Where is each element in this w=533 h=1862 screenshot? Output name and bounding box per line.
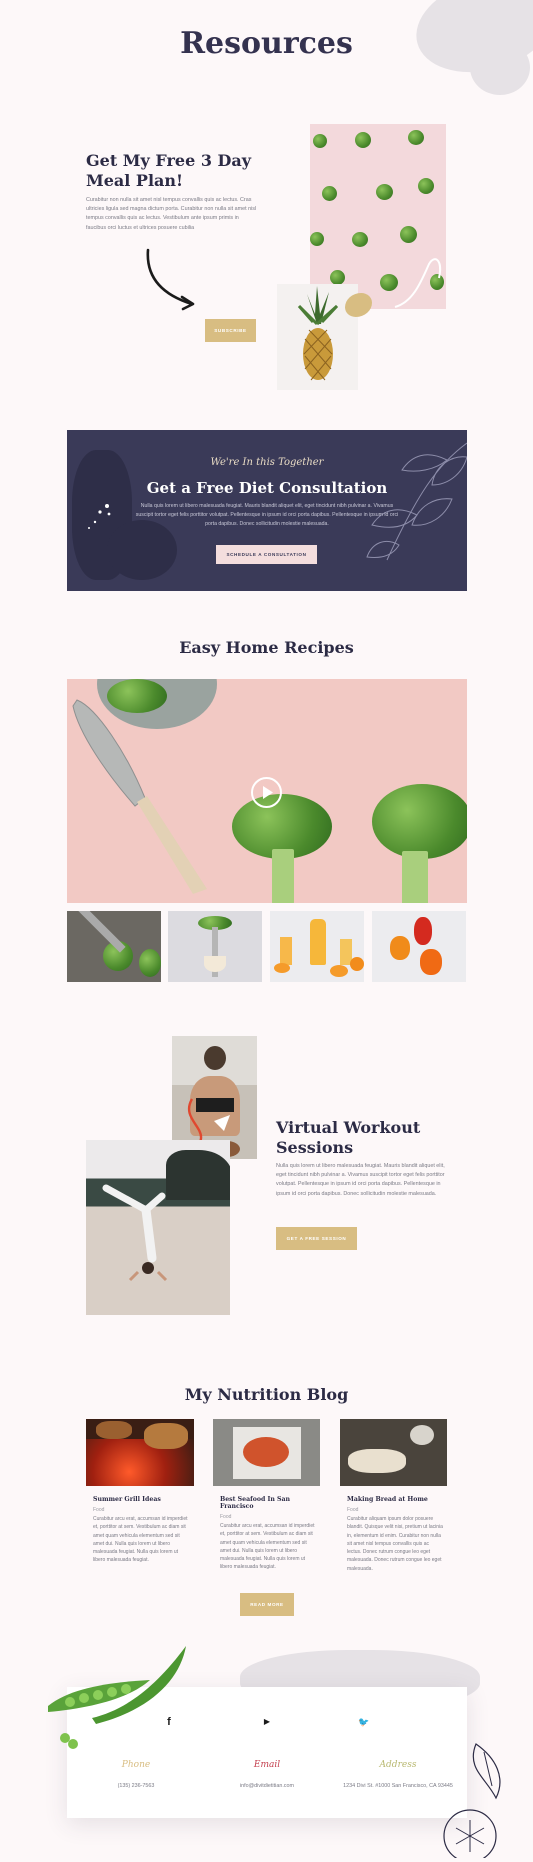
blog-post-title[interactable]: Summer Grill Ideas [93, 1496, 189, 1503]
juice-glass [280, 937, 292, 965]
broccoli-floret [139, 949, 161, 977]
broccoli-floret [418, 178, 434, 194]
page-title: Resources [180, 26, 353, 61]
bread-loaf [348, 1449, 406, 1473]
free-session-button[interactable]: Get a Free Session [276, 1227, 357, 1250]
schedule-consultation-button[interactable]: Schedule a Consultation [216, 545, 317, 564]
knife-icon [72, 699, 207, 894]
blog-image-bread[interactable] [340, 1419, 447, 1486]
broccoli-floret [330, 270, 345, 285]
decorative-line-art [394, 258, 441, 308]
curved-arrow-icon [146, 248, 195, 311]
knife-blade [70, 911, 126, 953]
blog-post-category[interactable]: Food [220, 1514, 316, 1520]
meal-plan-title-line2: Meal Plan! [86, 171, 184, 190]
recipe-thumbnail[interactable] [270, 911, 364, 982]
broccoli-floret [376, 184, 393, 200]
blog-image-seafood[interactable] [213, 1419, 320, 1486]
play-icon [263, 786, 273, 799]
blog-post-excerpt: Curabitur aliquam ipsum dolor posuere bl… [347, 1516, 443, 1572]
decorative-gold-leaf [345, 293, 372, 317]
recipe-thumbnail[interactable] [168, 911, 262, 982]
meal-plan-title: Get My Free 3 Day Meal Plan! [86, 151, 251, 191]
juice-bottle [310, 919, 326, 965]
workout-image-beach [86, 1140, 230, 1315]
leaf-branch-icon [366, 442, 467, 561]
play-button[interactable] [251, 777, 282, 808]
broccoli-floret [313, 134, 327, 148]
contact-phone-value[interactable]: (135) 236-7563 [84, 1783, 188, 1789]
consultation-script-title: We're In this Together [210, 457, 324, 468]
subscribe-button[interactable]: Subscribe [205, 319, 256, 342]
contact-address-label: Address [379, 1760, 417, 1770]
blog-post-title[interactable]: Best Seafood In San Francisco [220, 1496, 316, 1510]
pepper [420, 949, 442, 975]
blog-post-category[interactable]: Food [347, 1507, 443, 1513]
broccoli-stem [402, 851, 428, 903]
workout-title-line2: Sessions [276, 1138, 354, 1157]
blog-post-title[interactable]: Making Bread at Home [347, 1496, 443, 1503]
orange-slice [350, 957, 364, 971]
botanical-sketch-icon [443, 1743, 501, 1858]
youtube-icon[interactable]: ▶ [260, 1717, 274, 1726]
crab [243, 1437, 289, 1467]
recipe-thumbnail[interactable] [372, 911, 466, 982]
sparkle-dots-icon [88, 504, 111, 529]
grill-food [96, 1421, 132, 1439]
orange-slice [274, 963, 290, 973]
consultation-body: Nulla quis lorem ut libero malesuada feu… [135, 503, 399, 527]
meal-plan-title-line1: Get My Free 3 Day [86, 151, 252, 170]
broccoli-floret [408, 130, 424, 145]
twitter-icon[interactable]: 🐦 [357, 1717, 371, 1728]
blog-post-excerpt: Curabitur arcu erat, accumsan id imperdi… [93, 1516, 188, 1564]
workout-title-line1: Virtual Workout [276, 1118, 421, 1137]
blog-image-grill[interactable] [86, 1419, 194, 1486]
blog-post: Making Bread at Home Food Curabitur aliq… [347, 1496, 443, 1573]
flour-bowl [410, 1425, 434, 1445]
blog-post: Summer Grill Ideas Food Curabitur arcu e… [93, 1496, 189, 1565]
contact-address-value[interactable]: 1234 Divi St. #1000 San Francisco, CA 93… [330, 1783, 466, 1789]
read-more-button[interactable]: Read More [240, 1593, 294, 1616]
pepper [390, 936, 410, 960]
blog-post-category[interactable]: Food [93, 1507, 189, 1513]
workout-body: Nulla quis lorem ut libero malesuada feu… [276, 1163, 445, 1197]
blog-title: My Nutrition Blog [184, 1385, 349, 1404]
blog-post-excerpt: Curabitur arcu erat, accumsan id imperdi… [220, 1523, 315, 1571]
broccoli-floret [310, 232, 324, 246]
recipes-title: Easy Home Recipes [179, 638, 354, 657]
broccoli-stem [272, 849, 294, 903]
contact-email-label: Email [253, 1760, 281, 1770]
meal-plan-body: Curabitur non nulla sit amet nisl tempus… [86, 197, 257, 231]
orange-slice [330, 965, 348, 977]
broccoli-floret [372, 784, 467, 859]
broccoli-floret [322, 186, 337, 201]
recipe-thumbnail[interactable] [67, 911, 161, 982]
recipe-video-thumbnail[interactable] [67, 679, 467, 903]
pea-pod-icon [48, 1646, 186, 1749]
fork-head [204, 956, 226, 972]
contact-phone-label: Phone [121, 1760, 151, 1770]
consultation-title: Get a Free Diet Consultation [146, 479, 388, 497]
blog-post: Best Seafood In San Francisco Food Curab… [220, 1496, 316, 1572]
workout-title: Virtual Workout Sessions [276, 1118, 420, 1158]
pepper [414, 917, 432, 945]
broccoli-floret [400, 226, 417, 243]
broccoli-floret [355, 132, 371, 148]
handstand-person [102, 1184, 168, 1282]
facebook-icon[interactable]: f [162, 1716, 176, 1728]
decorative-dark-splash [107, 520, 177, 580]
person-head [204, 1046, 226, 1070]
contact-email-value[interactable]: info@divitdietitian.com [207, 1783, 327, 1789]
grill-food [144, 1423, 188, 1449]
broccoli-floret [352, 232, 368, 247]
